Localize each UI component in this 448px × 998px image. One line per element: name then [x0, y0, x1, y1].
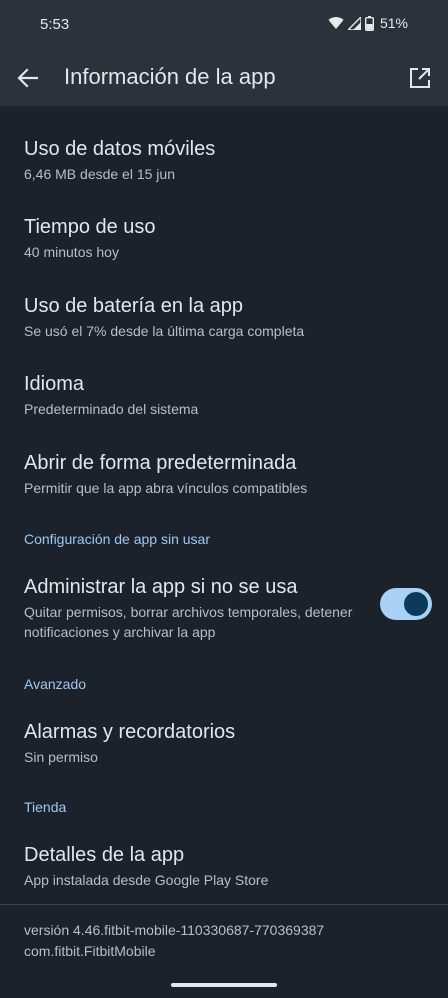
item-app-details[interactable]: Detalles de la app App instalada desde G… [24, 842, 424, 890]
status-time: 5:53 [40, 16, 70, 33]
toggle-thumb [404, 592, 428, 616]
back-button[interactable] [14, 64, 42, 92]
item-language[interactable]: Idioma Predeterminado del sistema [24, 371, 424, 419]
gesture-navigation-bar[interactable] [171, 983, 277, 987]
item-subtitle: Permitir que la app abra vínculos compat… [24, 480, 308, 496]
item-manage-unused-app[interactable]: Administrar la app si no se usa Quitar p… [24, 574, 424, 642]
item-title: Tiempo de uso [24, 216, 156, 238]
item-subtitle: 6,46 MB desde el 15 jun [24, 166, 175, 182]
item-subtitle: 40 minutos hoy [24, 244, 119, 260]
manage-unused-app-toggle[interactable] [380, 588, 432, 620]
item-screen-time[interactable]: Tiempo de uso 40 minutos hoy [24, 214, 424, 262]
item-alarms-reminders[interactable]: Alarmas y recordatorios Sin permiso [24, 719, 424, 767]
open-in-new-icon [410, 68, 430, 88]
item-subtitle: Predeterminado del sistema [24, 401, 199, 417]
footer-divider [0, 904, 448, 905]
item-subtitle: Quitar permisos, borrar archivos tempora… [24, 604, 353, 640]
section-header-advanced: Avanzado [24, 676, 87, 692]
package-name: com.fitbit.FitbitMobile [24, 943, 156, 959]
battery-percentage: 51% [379, 15, 408, 31]
open-app-button[interactable] [408, 66, 432, 90]
item-battery-usage[interactable]: Uso de batería en la app Se usó el 7% de… [24, 293, 424, 341]
item-title: Abrir de forma predeterminada [24, 452, 297, 474]
item-open-by-default[interactable]: Abrir de forma predeterminada Permitir q… [24, 450, 424, 498]
signal-icon [347, 16, 361, 30]
version-info: versión 4.46.fitbit-mobile-110330687-770… [24, 920, 324, 962]
item-title: Detalles de la app [24, 844, 185, 866]
section-header-store: Tienda [24, 799, 67, 815]
item-subtitle: Se usó el 7% desde la última carga compl… [24, 323, 305, 339]
battery-icon [364, 15, 374, 31]
version-text: versión 4.46.fitbit-mobile-110330687-770… [24, 922, 325, 938]
item-title: Uso de datos móviles [24, 138, 216, 160]
wifi-icon [328, 16, 344, 30]
item-title: Idioma [24, 373, 85, 395]
section-header-unused-app: Configuración de app sin usar [24, 531, 211, 547]
app-bar: Información de la app [0, 50, 448, 106]
item-title: Alarmas y recordatorios [24, 721, 236, 743]
item-title: Uso de batería en la app [24, 295, 244, 317]
page-title: Información de la app [64, 64, 276, 89]
status-bar: 5:53 51% [0, 0, 448, 50]
arrow-back-icon [17, 68, 39, 88]
item-subtitle: App instalada desde Google Play Store [24, 872, 269, 888]
status-icons: 51% [328, 15, 408, 31]
item-subtitle: Sin permiso [24, 749, 98, 765]
item-mobile-data-usage[interactable]: Uso de datos móviles 6,46 MB desde el 15… [24, 136, 424, 184]
item-title: Administrar la app si no se usa [24, 576, 298, 598]
